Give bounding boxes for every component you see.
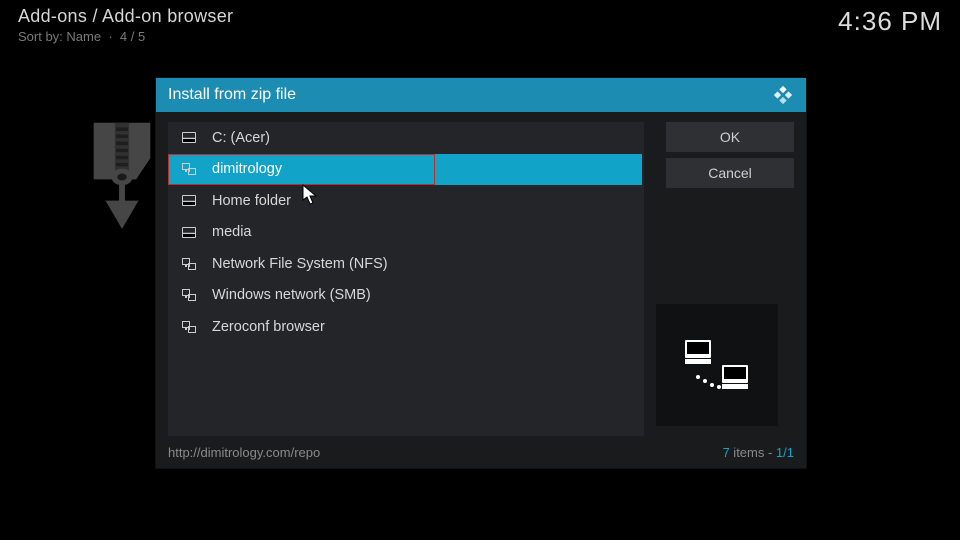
network-icon xyxy=(182,289,196,301)
file-source-item[interactable]: Zeroconf browser xyxy=(168,311,644,343)
sort-value: Name xyxy=(66,29,101,44)
footer-path: http://dimitrology.com/repo xyxy=(168,445,320,460)
file-source-list[interactable]: C: (Acer) dimitrology Home folder media Netw… xyxy=(168,122,644,436)
dialog-titlebar: Install from zip file xyxy=(156,78,806,112)
list-position: 4 / 5 xyxy=(120,29,145,44)
file-source-item[interactable]: media xyxy=(168,217,644,249)
drive-icon xyxy=(182,132,196,144)
sort-prefix: Sort by: xyxy=(18,29,66,44)
file-source-label: Windows network (SMB) xyxy=(212,287,371,303)
file-source-item[interactable]: C: (Acer) xyxy=(168,122,644,154)
file-source-item[interactable]: Network File System (NFS) xyxy=(168,248,644,280)
footer-count: 7 items - 1/1 xyxy=(722,445,794,460)
dialog-footer: http://dimitrology.com/repo 7 items - 1/… xyxy=(168,445,794,460)
top-bar: Add-ons / Add-on browser Sort by: Name ·… xyxy=(18,6,942,44)
install-zip-dialog: Install from zip file C: (Acer) dimitrolo… xyxy=(156,78,806,468)
drive-icon xyxy=(182,195,196,207)
network-icon xyxy=(182,163,196,175)
file-source-item[interactable]: dimitrology xyxy=(168,154,435,186)
kodi-logo-icon xyxy=(772,84,794,106)
file-source-label: dimitrology xyxy=(212,161,282,177)
clock: 4:36 PM xyxy=(838,6,942,37)
file-source-label: Home folder xyxy=(212,193,291,209)
source-thumbnail xyxy=(656,304,778,426)
ok-button[interactable]: OK xyxy=(666,122,794,152)
sort-line: Sort by: Name · 4 / 5 xyxy=(18,29,233,44)
network-icon xyxy=(182,258,196,270)
file-source-item[interactable]: Home folder xyxy=(168,185,644,217)
file-source-label: C: (Acer) xyxy=(212,130,270,146)
footer-count-page: 1/1 xyxy=(776,445,794,460)
file-source-label: Network File System (NFS) xyxy=(212,256,388,272)
file-source-label: Zeroconf browser xyxy=(212,319,325,335)
network-share-icon xyxy=(682,337,752,393)
cancel-button[interactable]: Cancel xyxy=(666,158,794,188)
drive-icon xyxy=(182,226,196,238)
header-left: Add-ons / Add-on browser Sort by: Name ·… xyxy=(18,6,233,44)
footer-count-word: items - xyxy=(730,445,776,460)
file-source-item[interactable]: Windows network (SMB) xyxy=(168,280,644,312)
file-source-label: media xyxy=(212,224,252,240)
footer-count-number: 7 xyxy=(722,445,729,460)
breadcrumb: Add-ons / Add-on browser xyxy=(18,6,233,27)
network-icon xyxy=(182,321,196,333)
zip-background-icon xyxy=(86,118,158,236)
dialog-title: Install from zip file xyxy=(168,86,296,104)
